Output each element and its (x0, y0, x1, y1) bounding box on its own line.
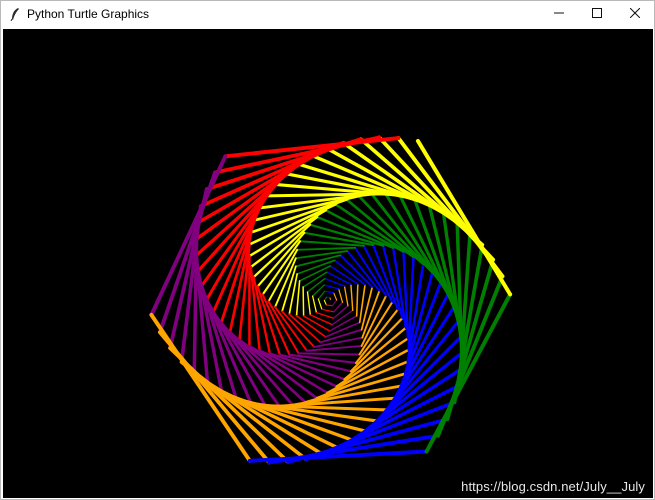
spiral-lines (149, 135, 513, 465)
spiral-segment (325, 304, 333, 307)
spiral-segment (323, 296, 328, 302)
spiral-segment (346, 250, 381, 292)
spiral-segment (312, 295, 318, 314)
window-title: Python Turtle Graphics (27, 7, 150, 21)
spiral-segment (295, 280, 301, 317)
spiral-segment (317, 298, 323, 310)
spiral-segment (149, 154, 228, 317)
spiral-segment (302, 286, 305, 317)
spiral-segment (332, 305, 349, 319)
maximize-button[interactable] (578, 1, 616, 27)
watermark-text: https://blog.csdn.net/July__July (461, 479, 645, 494)
spiral-segment (277, 396, 397, 408)
minimize-icon (554, 5, 564, 23)
spiral-segment (323, 300, 327, 306)
turtle-canvas[interactable]: https://blog.csdn.net/July__July (3, 29, 653, 498)
turtle-window: Python Turtle Graphics https://blog.csdn… (0, 0, 655, 500)
spiral-segment (343, 285, 349, 307)
spiral-segment (315, 312, 335, 319)
spiral-segment (355, 283, 359, 317)
spiral-segment (317, 290, 326, 300)
title-bar[interactable]: Python Turtle Graphics (1, 1, 654, 27)
spiral-drawing (149, 135, 513, 465)
spiral-segment (265, 192, 388, 198)
minimize-button[interactable] (540, 1, 578, 27)
spiral-segment (306, 291, 312, 316)
spiral-segment (252, 223, 312, 279)
spiral-segment (288, 273, 298, 316)
spiral-segment (350, 283, 354, 312)
window-controls (540, 1, 654, 27)
spiral-segment (323, 284, 340, 290)
spiral-segment (288, 313, 322, 344)
spiral-segment (306, 277, 326, 293)
spiral-segment (333, 301, 344, 313)
spiral-segment (333, 292, 338, 301)
spiral-segment (324, 290, 335, 294)
spiral-segment (321, 308, 335, 313)
spiral-segment (296, 246, 357, 251)
close-button[interactable] (616, 1, 654, 27)
feather-icon (7, 6, 23, 22)
maximize-icon (592, 5, 602, 23)
spiral-segment (354, 246, 388, 297)
spiral-segment (297, 352, 361, 356)
spiral-segment (331, 299, 338, 307)
spiral-segment (326, 271, 352, 286)
spiral-segment (338, 288, 344, 303)
close-icon (629, 5, 641, 23)
spiral-segment (274, 306, 308, 352)
